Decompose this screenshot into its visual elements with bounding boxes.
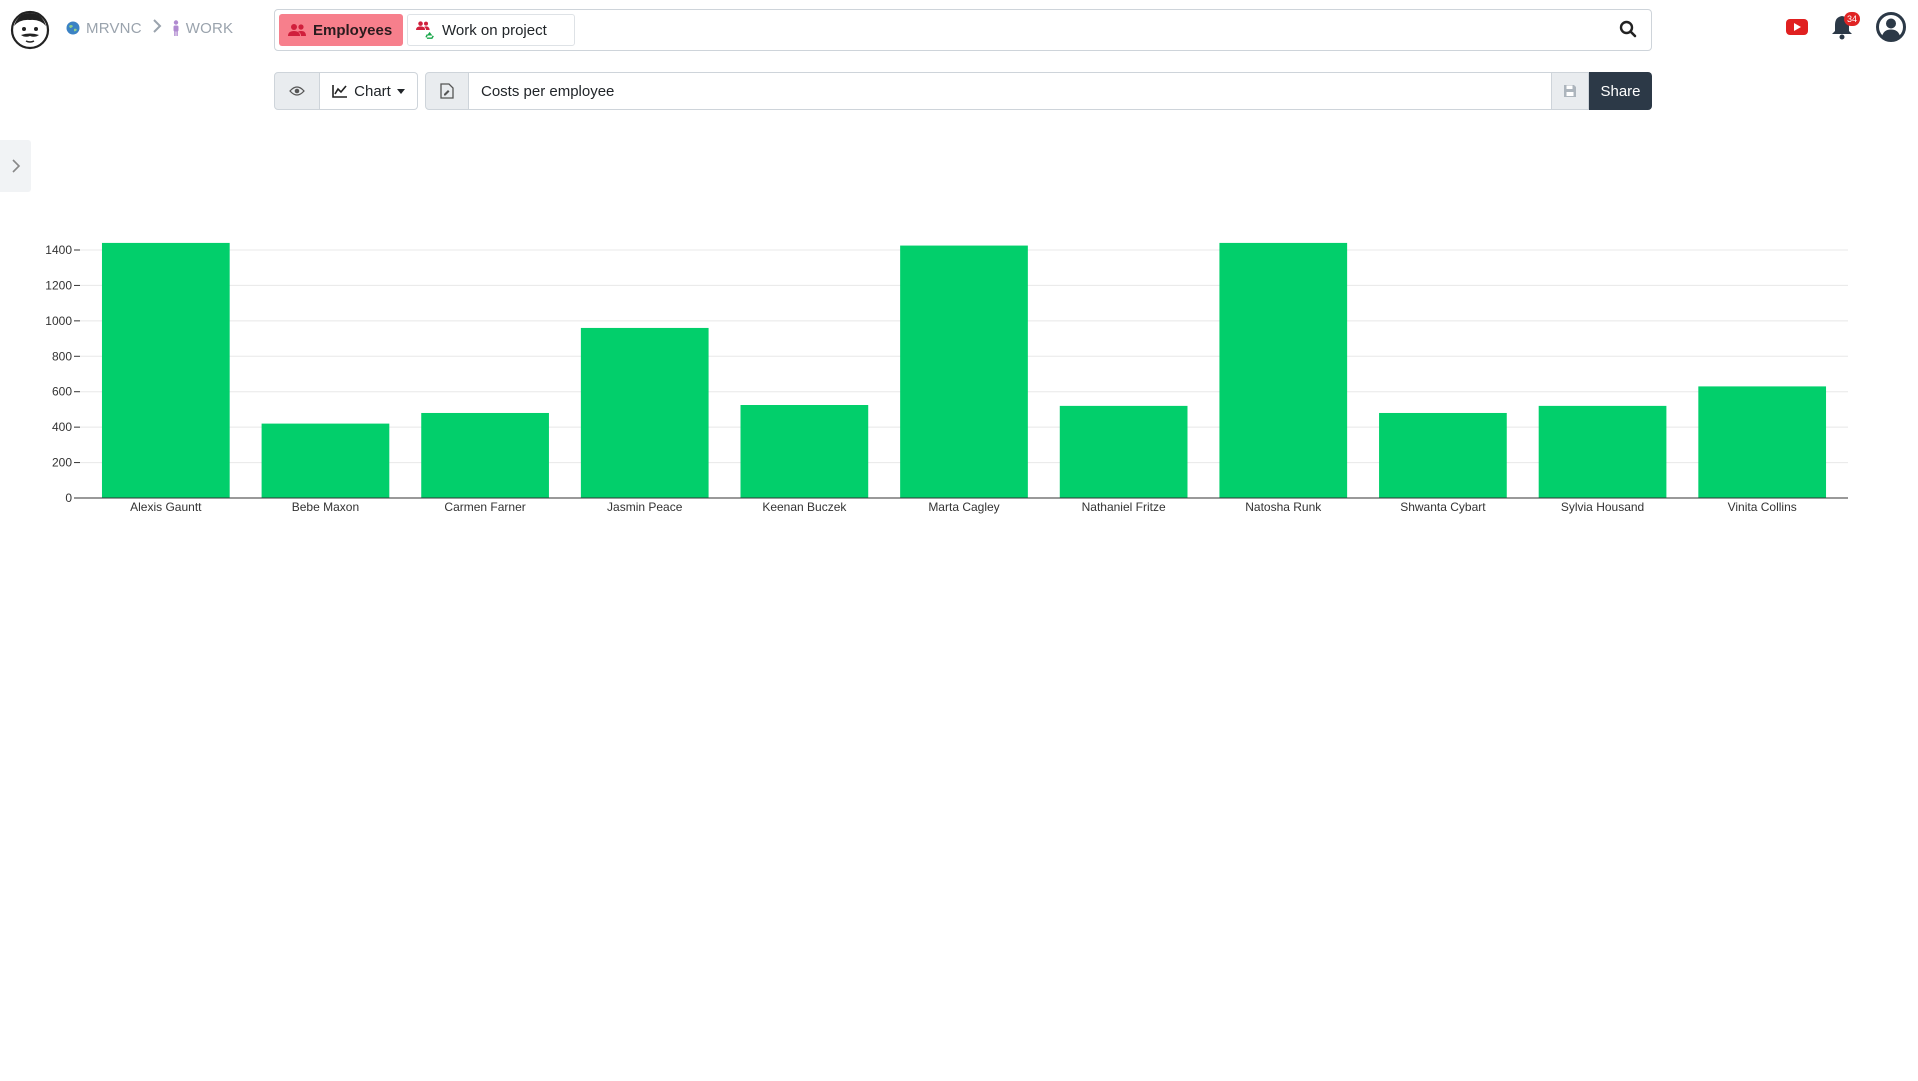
file-icon: [440, 83, 454, 99]
x-tick-label: Sylvia Housand: [1561, 500, 1644, 514]
bar-alexis-gauntt[interactable]: [101, 242, 230, 498]
x-tick-label: Bebe Maxon: [292, 500, 359, 514]
notification-badge: 34: [1843, 12, 1860, 26]
bar-keenan-buczek[interactable]: [740, 405, 869, 498]
bar-shwanta-cybart[interactable]: [1379, 412, 1507, 498]
eye-icon: [289, 86, 305, 96]
sidebar-toggle[interactable]: [0, 140, 31, 192]
top-right-icons: 34: [1786, 12, 1906, 42]
app-logo[interactable]: [10, 10, 50, 50]
y-tick-label: 1200: [45, 278, 72, 292]
bar-bebe-maxon[interactable]: [261, 423, 390, 498]
chip-employees[interactable]: Employees: [279, 14, 403, 46]
bar-vinita-collins[interactable]: [1698, 386, 1827, 498]
bar-marta-cagley[interactable]: [900, 245, 1028, 498]
x-tick-label: Jasmin Peace: [607, 500, 683, 514]
x-tick-label: Carmen Farner: [444, 500, 525, 514]
users-recycle-icon: [416, 20, 436, 40]
search-icon[interactable]: [1619, 20, 1639, 40]
x-tick-label: Marta Cagley: [928, 500, 999, 514]
person-icon: [173, 20, 179, 36]
globe-icon: [66, 21, 80, 35]
bar-chart: 0 200 400 600 800 1000 1200 1400 Alexis Gauntt Be…: [45, 242, 1848, 514]
chart-title-input[interactable]: [469, 72, 1551, 110]
x-tick-label: Shwanta Cybart: [1400, 500, 1486, 514]
breadcrumb-label: WORK: [185, 19, 234, 37]
y-tick-label: 800: [52, 349, 72, 363]
visibility-toggle-button[interactable]: [274, 72, 320, 110]
x-tick-label: Alexis Gauntt: [130, 500, 202, 514]
bar-sylvia-housand[interactable]: [1538, 405, 1667, 498]
caret-down-icon: [396, 88, 405, 94]
bar-jasmin-peace[interactable]: [580, 327, 709, 498]
breadcrumb-label: MRVNC: [86, 19, 142, 37]
chevron-right-icon: [152, 19, 162, 37]
view-type-label: Chart: [354, 82, 391, 100]
notifications-button[interactable]: 34: [1830, 12, 1860, 40]
save-button[interactable]: [1551, 72, 1589, 110]
bar-nathaniel-fritze[interactable]: [1059, 405, 1188, 498]
x-tick-label: Keenan Buczek: [762, 500, 847, 514]
user-avatar-icon[interactable]: [1876, 12, 1906, 42]
logo-icon: [10, 10, 50, 50]
breadcrumb-item-work[interactable]: WORK: [172, 20, 233, 37]
y-tick-label: 1400: [45, 243, 72, 257]
chip-label: Employees: [313, 21, 393, 39]
breadcrumb: MRVNC WORK: [66, 17, 233, 39]
x-tick-label: Nathaniel Fritze: [1082, 500, 1166, 514]
view-button-group: Chart: [274, 72, 418, 110]
view-toolbar: Chart: [274, 72, 418, 110]
users-icon: [287, 20, 307, 40]
y-tick-label: 0: [65, 491, 72, 505]
x-tick-label: Natosha Runk: [1245, 500, 1322, 514]
view-type-dropdown[interactable]: Chart: [320, 72, 418, 110]
chevron-right-icon: [11, 159, 20, 173]
save-icon: [1564, 85, 1576, 97]
chart-line-icon: [332, 85, 348, 98]
chip-label: Work on project: [442, 21, 547, 39]
title-addon: [425, 72, 469, 110]
chip-work-on-project[interactable]: Work on project: [407, 14, 575, 46]
share-button[interactable]: Share: [1589, 72, 1652, 110]
app-root: MRVNC WORK Employees Work on project 34 …: [0, 0, 1918, 1081]
y-tick-label: 1000: [45, 314, 72, 328]
y-tick-label: 400: [52, 420, 72, 434]
breadcrumb-item-mrvnc[interactable]: MRVNC: [66, 20, 142, 37]
chart-title-group: Share: [425, 72, 1652, 110]
youtube-icon[interactable]: [1786, 19, 1808, 35]
bar-carmen-farner[interactable]: [421, 412, 549, 498]
chart-area: 0 200 400 600 800 1000 1200 1400 Alexis Gauntt Be…: [0, 220, 1918, 540]
x-tick-label: Vinita Collins: [1728, 500, 1797, 514]
y-tick-label: 600: [52, 385, 72, 399]
search-bar[interactable]: Employees Work on project: [274, 9, 1652, 51]
y-tick-label: 200: [52, 456, 72, 470]
bar-natosha-runk[interactable]: [1219, 242, 1348, 498]
